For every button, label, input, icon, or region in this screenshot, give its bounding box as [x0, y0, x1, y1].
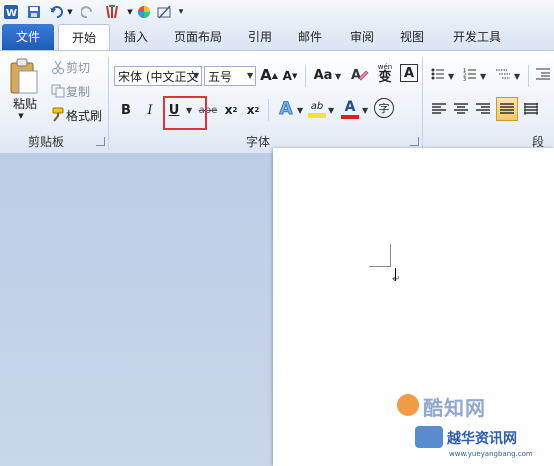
grow-font-glyph: A: [260, 66, 272, 84]
clear-format-glyph: A: [351, 68, 361, 83]
subscript-button[interactable]: x2: [222, 100, 240, 120]
quick-access-toolbar: W ▼ ▼ ▾: [0, 0, 554, 24]
color-wheel-icon[interactable]: [136, 3, 152, 20]
format-painter-label[interactable]: 格式刷: [66, 107, 106, 123]
watermark-brand-top: 酷知网: [423, 396, 486, 420]
group-divider: [108, 57, 109, 149]
inline-divider: [268, 99, 269, 121]
font-name-value: 宋体 (中文正文: [118, 70, 199, 84]
copy-icon[interactable]: [50, 83, 66, 99]
tab-page-layout[interactable]: 页面布局: [166, 24, 230, 50]
undo-dropdown-icon[interactable]: ▼: [66, 3, 74, 20]
text-cursor: [395, 268, 396, 281]
group-divider: [422, 57, 423, 149]
bold-button[interactable]: B: [117, 100, 135, 120]
text-highlight-icon[interactable]: ab: [306, 97, 328, 121]
tab-home[interactable]: 开始: [58, 24, 110, 51]
tab-file[interactable]: 文件: [2, 24, 54, 50]
italic-button[interactable]: I: [141, 100, 159, 120]
font-launcher-icon[interactable]: [410, 137, 419, 146]
svg-text:W: W: [6, 8, 17, 19]
bullets-icon[interactable]: [430, 65, 446, 83]
cut-label[interactable]: 剪切: [66, 59, 96, 75]
svg-text:3: 3: [463, 77, 466, 81]
font-name-combo[interactable]: 宋体 (中文正文: [114, 66, 202, 86]
shrink-font-glyph: A: [282, 69, 292, 83]
align-right-icon[interactable]: [474, 99, 492, 119]
document-page[interactable]: ↵ 酷知网 越华资讯网 www.yueyangbang.com: [273, 148, 554, 466]
phonetic-guide-icon[interactable]: wén 变: [374, 61, 396, 87]
tab-insert[interactable]: 插入: [116, 24, 156, 50]
font-color-dropdown-icon[interactable]: ▼: [362, 106, 368, 115]
paste-button-label[interactable]: 粘贴: [8, 95, 42, 111]
watermark-logo-bottom-icon: [415, 426, 443, 448]
format-painter-icon[interactable]: [50, 107, 66, 123]
highlight-color-bar: [308, 112, 326, 118]
paragraph-mark: ↵: [392, 274, 401, 285]
character-border-icon[interactable]: A: [400, 64, 418, 82]
tab-review[interactable]: 审阅: [342, 24, 382, 50]
shrink-font-icon[interactable]: A ▼: [282, 67, 298, 85]
change-case-dropdown-icon[interactable]: ▼: [335, 72, 341, 81]
font-group-label: 字体: [246, 135, 271, 149]
clipboard-group-label: 剪贴板: [28, 135, 65, 149]
tab-view[interactable]: 视图: [392, 24, 432, 50]
font-color-bar: [341, 114, 359, 119]
format-painter-quick-icon[interactable]: [102, 3, 124, 20]
paste-icon[interactable]: [4, 55, 42, 99]
align-left-icon[interactable]: [430, 99, 448, 119]
paste-dropdown-icon[interactable]: ▼: [16, 111, 26, 121]
font-color-icon[interactable]: A: [340, 97, 360, 121]
multilevel-list-icon[interactable]: [494, 65, 512, 83]
phonetic-char: 变: [378, 70, 392, 85]
text-highlight-dropdown-icon[interactable]: ▼: [328, 106, 334, 115]
font-name-dropdown-icon[interactable]: ▼: [193, 71, 199, 80]
font-size-dropdown-icon[interactable]: ▼: [247, 71, 253, 80]
margin-corner-mark: [369, 266, 391, 267]
highlight-glyph: ab: [310, 100, 324, 112]
watermark-logo-icon: [397, 394, 419, 416]
font-color-glyph: A: [344, 98, 356, 115]
clear-formatting-icon[interactable]: A: [348, 63, 370, 85]
copy-label[interactable]: 复制: [66, 83, 96, 99]
font-size-value: 五号: [208, 70, 233, 84]
grow-font-icon[interactable]: A ▲: [260, 65, 278, 85]
tab-developer[interactable]: 开发工具: [444, 24, 510, 50]
watermark-brand-bottom: 越华资讯网: [447, 431, 517, 447]
draw-table-icon[interactable]: [156, 3, 172, 20]
distributed-icon[interactable]: [522, 99, 540, 119]
text-effects-dropdown-icon[interactable]: ▼: [297, 106, 303, 115]
multilevel-dropdown-icon[interactable]: ▼: [514, 72, 520, 81]
underline-highlight-box: [163, 96, 207, 130]
redo-icon[interactable]: [80, 3, 96, 20]
inline-divider: [305, 65, 306, 87]
superscript-glyph: x: [246, 103, 255, 117]
justify-icon[interactable]: [496, 97, 518, 121]
ribbon-home: 粘贴 ▼ 剪切 复制 格式刷 剪贴板 宋体 (中文正文 ▼ 五号 ▼ A ▲ A ▼…: [0, 50, 554, 166]
subscript-glyph: x: [224, 103, 233, 117]
align-center-icon[interactable]: [452, 99, 470, 119]
numbering-icon[interactable]: 123: [462, 65, 478, 83]
undo-icon[interactable]: [48, 3, 66, 20]
tab-references[interactable]: 引用: [240, 24, 280, 50]
numbering-dropdown-icon[interactable]: ▼: [480, 72, 486, 81]
text-effects-icon[interactable]: A: [276, 98, 296, 120]
customize-toolbar-icon[interactable]: ▾: [176, 3, 186, 20]
tab-mailings[interactable]: 邮件: [290, 24, 330, 50]
bullets-dropdown-icon[interactable]: ▼: [448, 72, 454, 81]
cut-icon[interactable]: [50, 59, 66, 75]
ribbon-tabs: 文件 开始 插入 页面布局 引用 邮件 审阅 视图 开发工具: [0, 24, 554, 51]
decrease-indent-icon[interactable]: [534, 65, 552, 83]
dropdown-icon[interactable]: ▼: [126, 3, 134, 20]
word-app-icon[interactable]: W: [2, 3, 20, 20]
margin-corner-mark: [390, 244, 391, 266]
watermark-url: www.yueyangbang.com: [449, 450, 533, 458]
change-case-icon[interactable]: Aa: [312, 65, 334, 85]
save-icon[interactable]: [26, 3, 42, 20]
superscript-button[interactable]: x2: [244, 100, 262, 120]
inline-divider: [528, 65, 529, 87]
clipboard-launcher-icon[interactable]: [96, 137, 105, 146]
enclose-characters-icon[interactable]: 字: [374, 98, 394, 118]
